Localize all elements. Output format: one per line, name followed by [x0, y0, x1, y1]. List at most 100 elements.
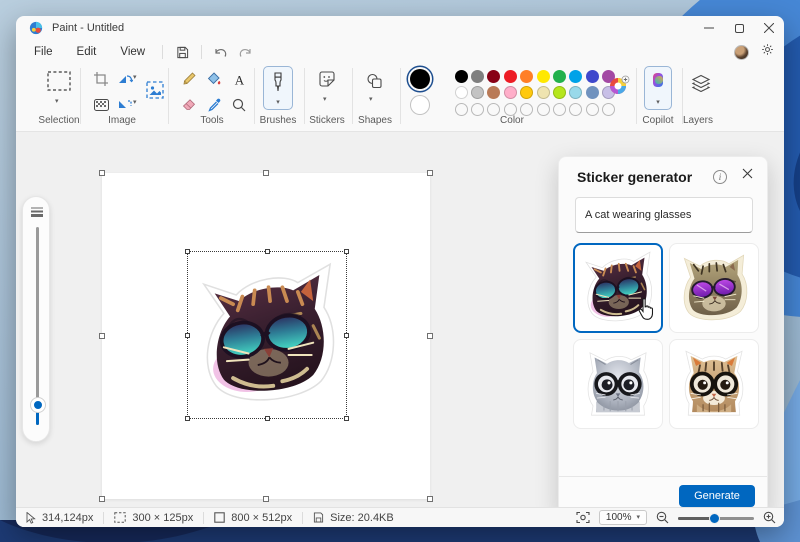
color-swatch[interactable] [553, 86, 566, 99]
empty-color-slot[interactable] [455, 103, 468, 116]
color-picker-tool-icon[interactable] [203, 94, 225, 116]
color-swatch[interactable] [487, 70, 500, 83]
empty-color-slot[interactable] [569, 103, 582, 116]
crop-icon[interactable] [90, 68, 112, 90]
canvas-resize-handle[interactable] [427, 170, 433, 176]
file-size-icon [313, 512, 324, 523]
undo-icon[interactable] [209, 42, 233, 62]
selection-handle[interactable] [185, 416, 190, 421]
selection-handle[interactable] [344, 333, 349, 338]
selection-handle[interactable] [344, 249, 349, 254]
menu-file[interactable]: File [24, 43, 63, 61]
rotate-dropdown-chevron[interactable]: ▾ [133, 74, 137, 81]
resize-image-icon[interactable] [144, 79, 166, 101]
maximize-button[interactable] [724, 16, 754, 40]
color-swatch[interactable] [537, 70, 550, 83]
flip-dropdown-chevron[interactable]: ▾ [133, 99, 137, 106]
color-swatch[interactable] [504, 86, 517, 99]
zoom-slider-thumb[interactable] [709, 513, 720, 524]
zoom-out-icon[interactable] [656, 511, 669, 524]
magnifier-tool-icon[interactable] [228, 94, 250, 116]
empty-color-slot[interactable] [586, 103, 599, 116]
size-slider-track[interactable] [36, 227, 39, 425]
empty-color-slot[interactable] [553, 103, 566, 116]
info-icon[interactable]: i [713, 170, 727, 184]
empty-color-slot[interactable] [537, 103, 550, 116]
empty-color-slot[interactable] [602, 103, 615, 116]
selection-handle[interactable] [265, 416, 270, 421]
panel-close-icon[interactable] [742, 168, 753, 182]
color-swatch[interactable] [537, 86, 550, 99]
canvas-resize-handle[interactable] [263, 170, 269, 176]
canvas-resize-handle[interactable] [99, 333, 105, 339]
selection-tool-button[interactable] [43, 68, 75, 94]
color-swatch[interactable] [520, 86, 533, 99]
color-swatch[interactable] [455, 86, 468, 99]
cat-sticker-canvas[interactable] [190, 254, 344, 416]
redo-icon[interactable] [233, 42, 257, 62]
selection-dropdown-chevron[interactable]: ▾ [55, 98, 59, 105]
pencil-tool-icon[interactable] [178, 68, 200, 90]
brushes-dropdown-chevron[interactable]: ▾ [276, 99, 280, 106]
selection-handle[interactable] [344, 416, 349, 421]
remove-background-icon[interactable] [90, 94, 112, 116]
foreground-color-swatch[interactable] [410, 69, 430, 89]
color-swatch[interactable] [471, 86, 484, 99]
ribbon-divider [636, 68, 637, 124]
color-swatch[interactable] [569, 70, 582, 83]
selection-handle[interactable] [185, 333, 190, 338]
zoom-slider[interactable] [678, 512, 754, 524]
edit-colors-icon[interactable] [608, 75, 630, 97]
sticker-thumbnail-3[interactable] [573, 339, 663, 429]
shapes-dropdown-chevron[interactable]: ▾ [369, 96, 373, 103]
drawing-canvas[interactable] [102, 173, 430, 499]
canvas-resize-handle[interactable] [99, 496, 105, 502]
canvas-resize-handle[interactable] [99, 170, 105, 176]
canvas-selection[interactable] [187, 251, 347, 419]
sticker-thumbnail-4[interactable] [669, 339, 759, 429]
color-swatch[interactable] [569, 86, 582, 99]
size-slider-thumb[interactable] [31, 398, 45, 412]
empty-color-slot[interactable] [487, 103, 500, 116]
stickers-dropdown-chevron[interactable]: ▾ [323, 96, 327, 103]
color-swatch[interactable] [586, 86, 599, 99]
color-swatch[interactable] [471, 70, 484, 83]
account-avatar[interactable] [734, 45, 749, 60]
canvas-resize-handle[interactable] [427, 333, 433, 339]
color-swatch[interactable] [487, 86, 500, 99]
layers-button[interactable] [688, 72, 714, 94]
empty-color-slot[interactable] [471, 103, 484, 116]
color-swatch[interactable] [504, 70, 517, 83]
menu-edit[interactable]: Edit [67, 43, 107, 61]
color-swatch[interactable] [586, 70, 599, 83]
fill-tool-icon[interactable] [203, 68, 225, 90]
brushes-button[interactable]: ▾ [263, 66, 293, 110]
color-swatch[interactable] [520, 70, 533, 83]
text-tool-icon[interactable]: A [228, 68, 250, 90]
svg-text:A: A [234, 73, 244, 86]
zoom-level-dropdown[interactable]: 100% ▾ [599, 510, 647, 525]
close-button[interactable] [754, 16, 784, 40]
sticker-thumbnail-2[interactable] [669, 243, 759, 333]
background-color-swatch[interactable] [410, 95, 430, 115]
color-swatch[interactable] [553, 70, 566, 83]
settings-gear-icon[interactable] [761, 43, 774, 61]
selection-handle[interactable] [265, 249, 270, 254]
menu-view[interactable]: View [110, 43, 155, 61]
canvas-resize-handle[interactable] [263, 496, 269, 502]
save-icon[interactable] [170, 42, 194, 62]
minimize-button[interactable] [694, 16, 724, 40]
canvas-resize-handle[interactable] [427, 496, 433, 502]
zoom-in-icon[interactable] [763, 511, 776, 524]
selection-handle[interactable] [185, 249, 190, 254]
copilot-button[interactable]: ▾ [644, 66, 672, 110]
shapes-button[interactable] [363, 70, 385, 92]
color-swatch[interactable] [455, 70, 468, 83]
copilot-dropdown-chevron[interactable]: ▾ [656, 99, 660, 106]
prompt-input[interactable] [575, 197, 753, 233]
generate-button[interactable]: Generate [679, 485, 755, 507]
stickers-button[interactable] [314, 68, 340, 90]
eraser-tool-icon[interactable] [178, 94, 200, 116]
fit-to-screen-icon[interactable] [576, 511, 590, 524]
group-label-selection: Selection [38, 115, 79, 126]
